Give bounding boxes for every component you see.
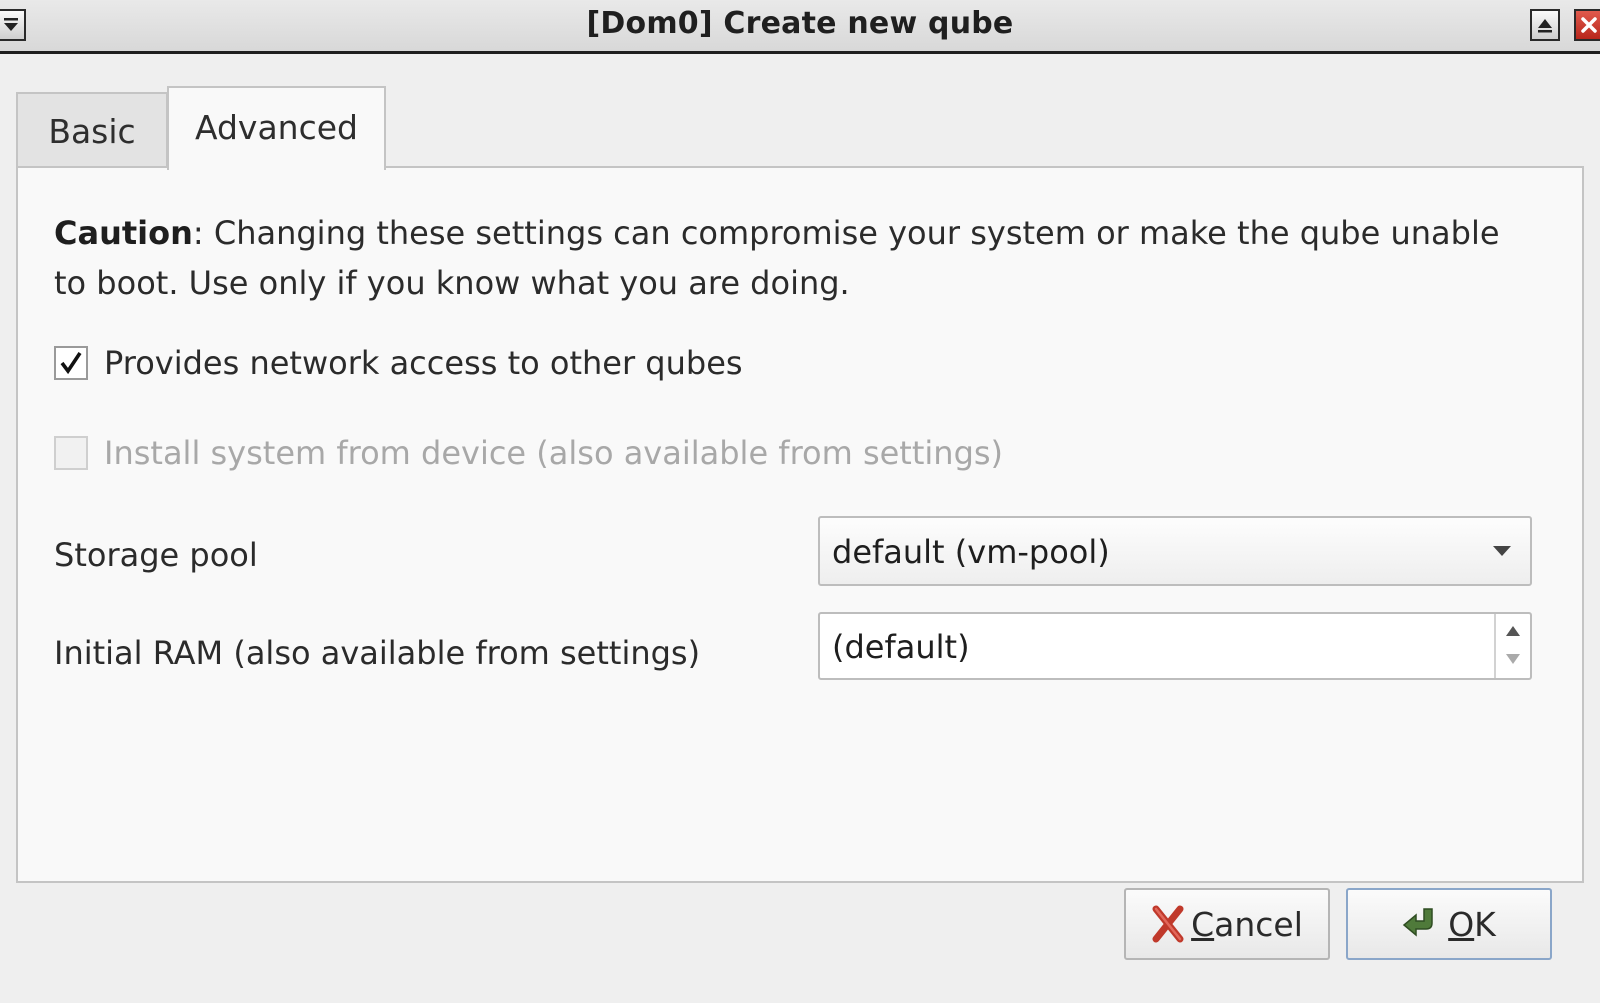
cancel-label: Cancel bbox=[1191, 905, 1303, 944]
initial-ram-spinbox[interactable]: (default) bbox=[818, 612, 1532, 680]
cancel-button[interactable]: Cancel bbox=[1124, 888, 1330, 960]
cancel-mnemonic: C bbox=[1191, 904, 1215, 944]
caution-body: : Changing these settings can compromise… bbox=[54, 214, 1500, 302]
spin-down-icon[interactable] bbox=[1504, 652, 1522, 666]
tab-advanced-label: Advanced bbox=[194, 107, 358, 147]
install-from-device-label: Install system from device (also availab… bbox=[104, 434, 1004, 472]
ok-label-rest: K bbox=[1474, 904, 1496, 944]
cancel-label-rest: ancel bbox=[1214, 904, 1303, 944]
ok-enter-icon bbox=[1402, 905, 1442, 943]
spin-up-icon[interactable] bbox=[1504, 624, 1522, 638]
initial-ram-stepper bbox=[1494, 614, 1530, 678]
close-icon bbox=[1581, 17, 1597, 33]
window-titlebar: [Dom0] Create new qube bbox=[0, 0, 1600, 54]
caution-text: Caution: Changing these settings can com… bbox=[54, 208, 1534, 308]
ok-button[interactable]: OK bbox=[1346, 888, 1552, 960]
maximize-icon bbox=[1538, 19, 1552, 33]
cancel-x-icon bbox=[1151, 905, 1185, 943]
storage-pool-select[interactable]: default (vm-pool) bbox=[818, 516, 1532, 586]
install-from-device-checkbox bbox=[54, 436, 88, 470]
ok-mnemonic: O bbox=[1448, 904, 1475, 944]
close-button[interactable] bbox=[1574, 9, 1600, 41]
install-from-device-option: Install system from device (also availab… bbox=[54, 434, 1003, 472]
advanced-panel: Caution: Changing these settings can com… bbox=[16, 166, 1584, 883]
checkmark-icon bbox=[60, 352, 82, 375]
storage-pool-label: Storage pool bbox=[54, 536, 258, 574]
maximize-button[interactable] bbox=[1530, 9, 1560, 41]
network-access-label: Provides network access to other qubes bbox=[104, 344, 743, 382]
tab-basic[interactable]: Basic bbox=[16, 92, 168, 168]
initial-ram-label: Initial RAM (also available from setting… bbox=[54, 634, 701, 672]
window-title: [Dom0] Create new qube bbox=[586, 6, 1014, 41]
network-access-option[interactable]: Provides network access to other qubes bbox=[54, 344, 743, 382]
network-access-checkbox[interactable] bbox=[54, 346, 88, 380]
storage-pool-value: default (vm-pool) bbox=[832, 533, 1110, 571]
caution-heading: Caution bbox=[54, 214, 193, 252]
ok-label: OK bbox=[1448, 905, 1496, 944]
initial-ram-value: (default) bbox=[832, 628, 970, 666]
chevron-down-icon bbox=[1493, 546, 1511, 556]
tab-basic-label: Basic bbox=[48, 111, 136, 151]
tab-advanced[interactable]: Advanced bbox=[167, 86, 386, 170]
